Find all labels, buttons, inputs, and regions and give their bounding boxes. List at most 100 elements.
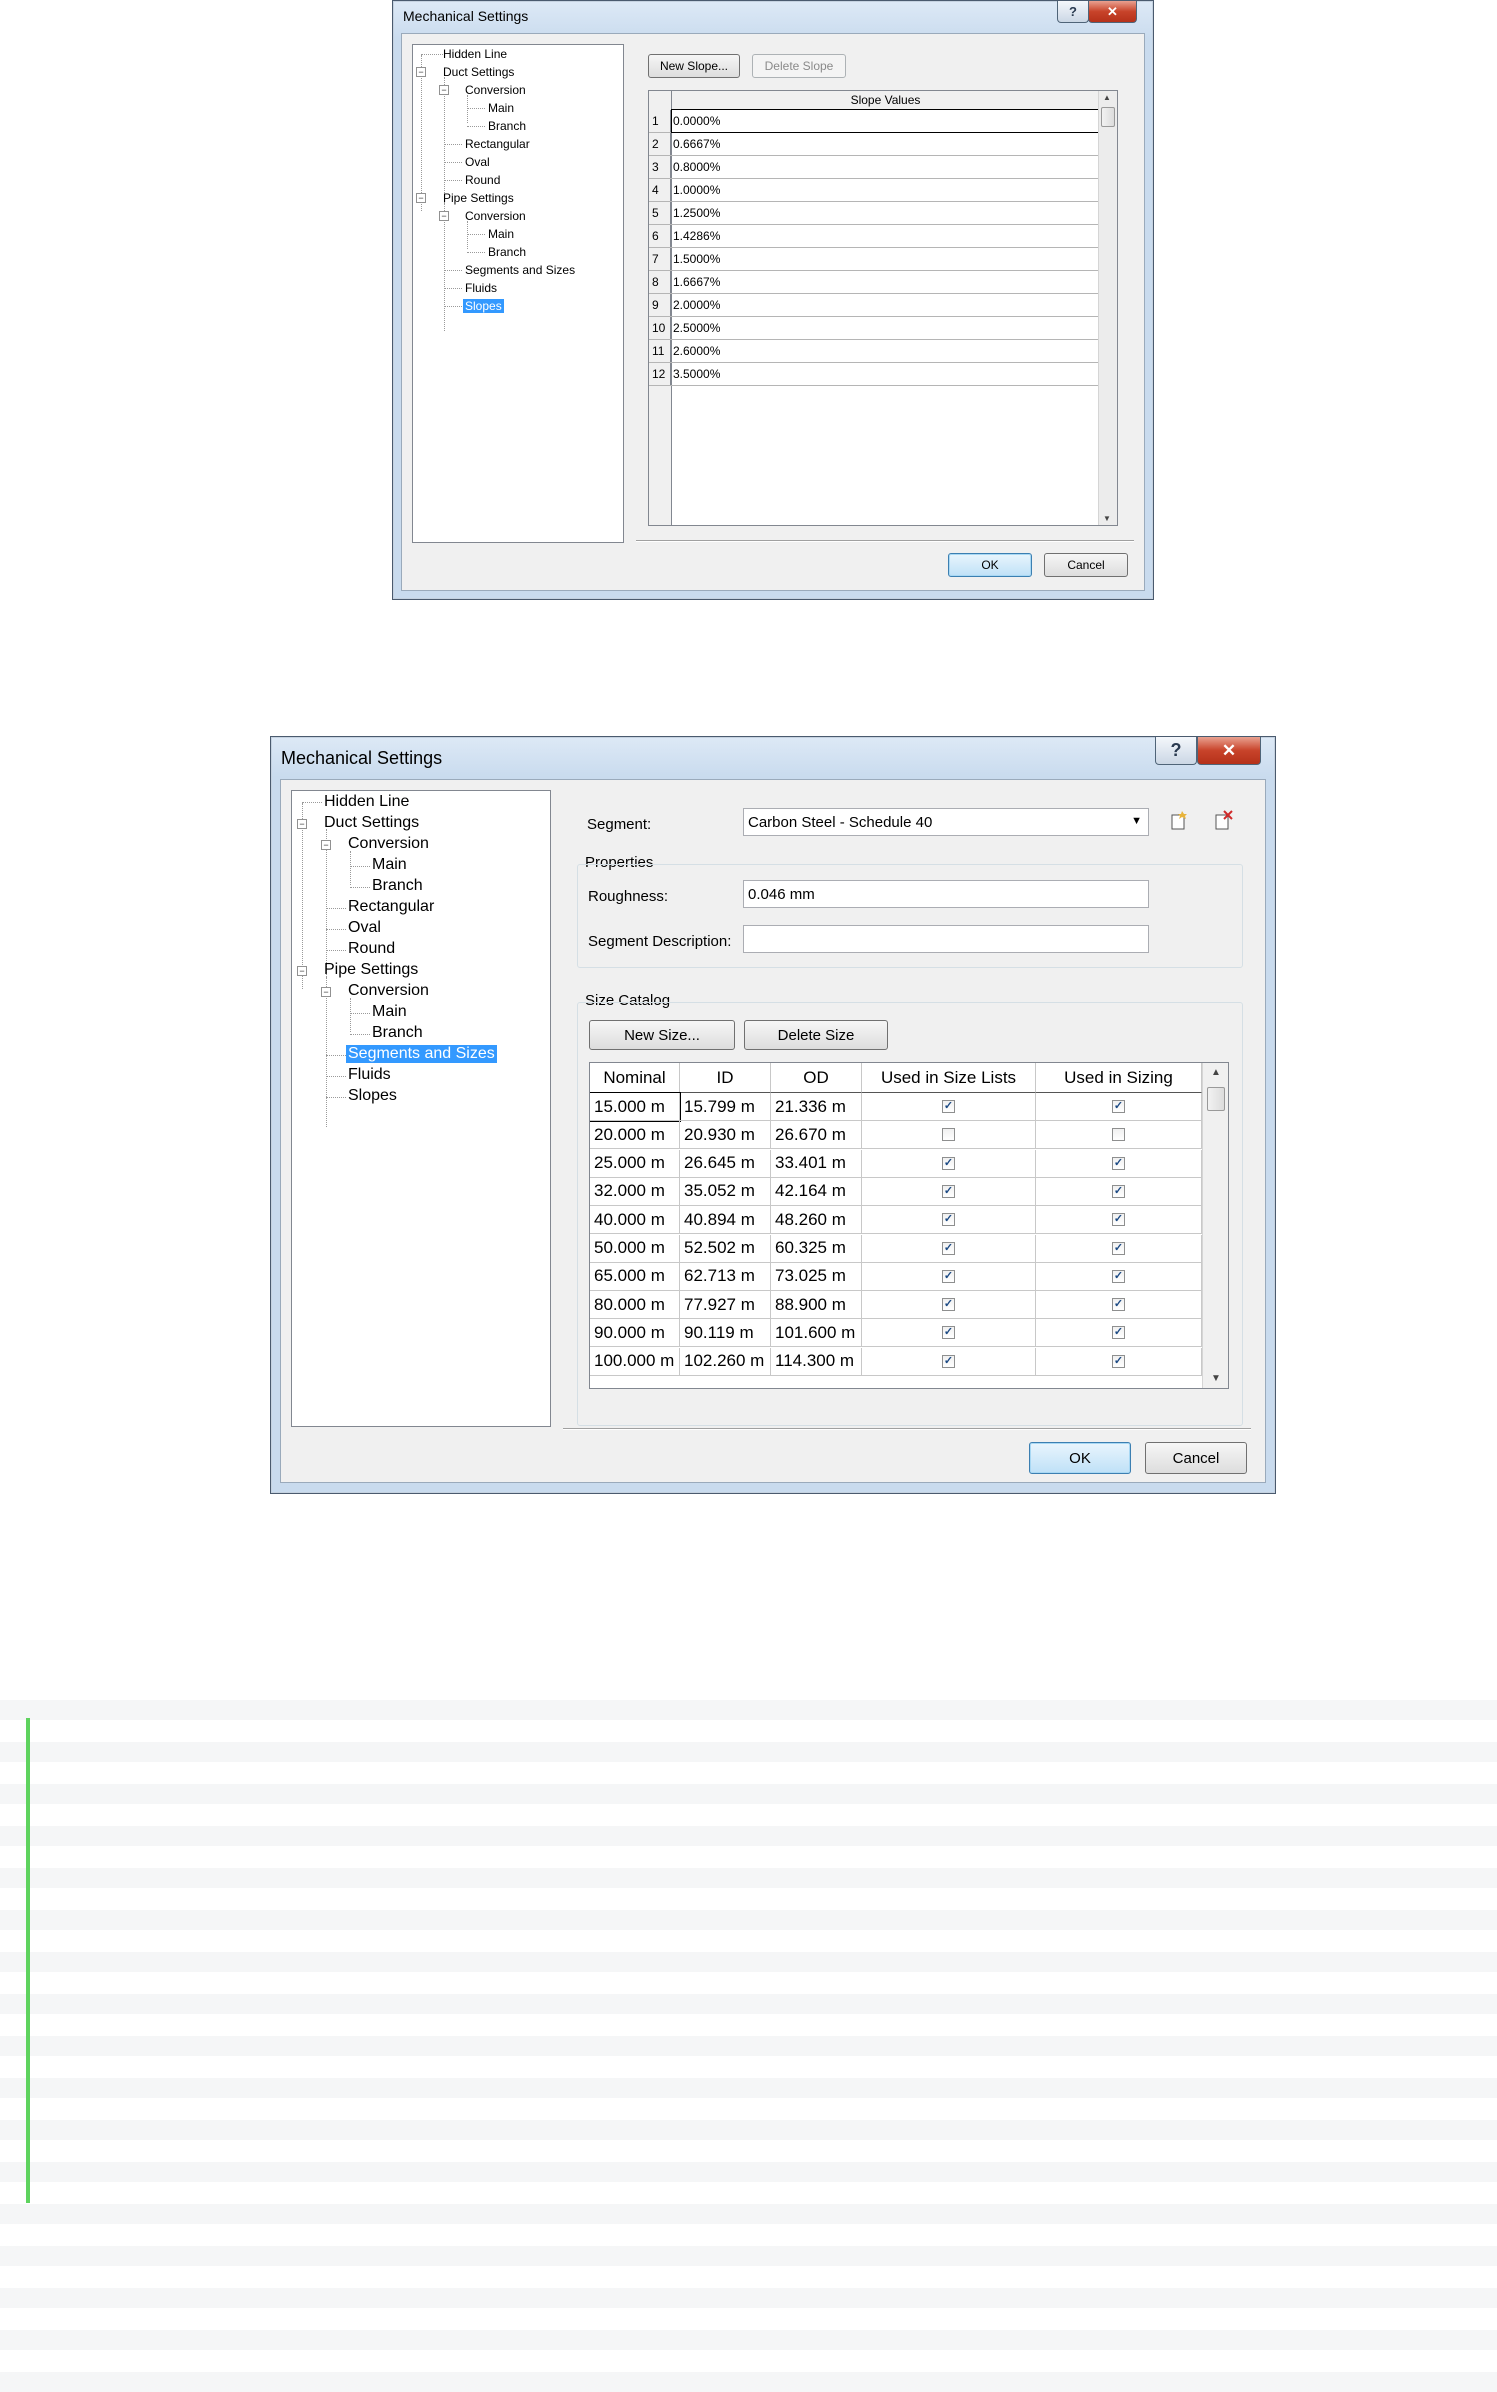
- delete-size-button[interactable]: Delete Size: [744, 1020, 888, 1050]
- cell-nominal[interactable]: 100.000 m: [590, 1347, 680, 1376]
- checkbox[interactable]: ✓: [942, 1326, 955, 1340]
- tree-item-duct-main[interactable]: Main: [372, 856, 407, 874]
- tree-item-oval[interactable]: Oval: [348, 919, 381, 937]
- checkbox[interactable]: ✓: [1112, 1100, 1125, 1113]
- checkbox[interactable]: ✓: [1112, 1213, 1125, 1227]
- tree-item-duct-conversion[interactable]: Conversion: [348, 835, 429, 853]
- checkbox[interactable]: ✓: [1112, 1298, 1125, 1312]
- tree-item-segments-sizes[interactable]: Segments and Sizes: [346, 1045, 497, 1063]
- cell-nominal[interactable]: 65.000 m: [590, 1262, 680, 1291]
- cell-od[interactable]: 33.401 m: [771, 1149, 862, 1178]
- checkbox[interactable]: ✓: [942, 1269, 955, 1283]
- tree-item-segments-sizes[interactable]: Segments and Sizes: [465, 263, 575, 277]
- slope-row[interactable]: 10 2.5000%: [649, 317, 1099, 340]
- delete-segment-icon[interactable]: [1213, 810, 1233, 832]
- slope-value[interactable]: 1.4286%: [673, 225, 720, 247]
- slope-value[interactable]: 1.0000%: [673, 179, 720, 201]
- collapse-icon[interactable]: −: [439, 85, 449, 95]
- cell-sizing[interactable]: ✓: [1036, 1347, 1202, 1376]
- new-segment-icon[interactable]: [1169, 810, 1189, 832]
- tree-item-round[interactable]: Round: [348, 940, 395, 958]
- collapse-icon[interactable]: −: [416, 67, 426, 77]
- checkbox[interactable]: ✓: [942, 1298, 955, 1312]
- tree-item-pipe-settings[interactable]: Pipe Settings: [443, 191, 514, 205]
- cell-od[interactable]: 48.260 m: [771, 1206, 862, 1235]
- checkbox[interactable]: ✓: [1112, 1184, 1125, 1198]
- cell-lists[interactable]: ✓: [862, 1347, 1036, 1376]
- cell-sizing[interactable]: ✓: [1036, 1177, 1202, 1206]
- scroll-up-icon[interactable]: ▲: [1103, 93, 1111, 102]
- tree-item-duct-main[interactable]: Main: [488, 101, 514, 115]
- cell-sizing[interactable]: ✓: [1036, 1093, 1202, 1121]
- cell-od[interactable]: 26.670 m: [771, 1121, 862, 1150]
- slope-value[interactable]: 0.0000%: [671, 109, 1100, 133]
- cell-id[interactable]: 62.713 m: [680, 1262, 771, 1291]
- cell-od[interactable]: 73.025 m: [771, 1262, 862, 1291]
- new-slope-button[interactable]: New Slope...: [648, 54, 740, 78]
- cell-nominal[interactable]: 32.000 m: [590, 1177, 680, 1206]
- scroll-down-icon[interactable]: ▼: [1211, 1373, 1221, 1384]
- cell-id[interactable]: 35.052 m: [680, 1177, 771, 1206]
- tree-item-slopes[interactable]: Slopes: [348, 1087, 397, 1105]
- segment-dropdown[interactable]: Carbon Steel - Schedule 40 ▼: [743, 808, 1149, 836]
- close-button[interactable]: ✕: [1088, 1, 1137, 23]
- cell-sizing[interactable]: ✓: [1036, 1319, 1202, 1348]
- slope-value[interactable]: 1.2500%: [673, 202, 720, 224]
- cell-od[interactable]: 42.164 m: [771, 1177, 862, 1206]
- tree-item-fluids[interactable]: Fluids: [465, 281, 497, 295]
- cell-nominal[interactable]: 90.000 m: [590, 1319, 680, 1348]
- collapse-icon[interactable]: −: [321, 840, 331, 850]
- cell-id[interactable]: 20.930 m: [680, 1121, 771, 1150]
- column-header-id[interactable]: ID: [680, 1063, 771, 1093]
- checkbox[interactable]: ✓: [942, 1156, 955, 1170]
- checkbox[interactable]: ✓: [1112, 1354, 1125, 1368]
- slope-value[interactable]: 2.6000%: [673, 340, 720, 362]
- help-button[interactable]: ?: [1155, 737, 1197, 765]
- cell-id[interactable]: 52.502 m: [680, 1234, 771, 1263]
- slope-value[interactable]: 2.0000%: [673, 294, 720, 316]
- tree-item-rectangular[interactable]: Rectangular: [348, 898, 434, 916]
- cell-nominal[interactable]: 40.000 m: [590, 1206, 680, 1235]
- slope-values-grid[interactable]: Slope Values 1 0.0000% 2 0.6667% 3 0.8000% 4 1.…: [648, 90, 1118, 526]
- slope-values-header[interactable]: Slope Values: [672, 91, 1099, 110]
- collapse-icon[interactable]: −: [297, 966, 307, 976]
- slope-row[interactable]: 9 2.0000%: [649, 294, 1099, 317]
- slope-row[interactable]: 4 1.0000%: [649, 179, 1099, 202]
- collapse-icon[interactable]: −: [297, 819, 307, 829]
- cell-id[interactable]: 90.119 m: [680, 1319, 771, 1348]
- checkbox[interactable]: [1112, 1128, 1125, 1142]
- cell-lists[interactable]: ✓: [862, 1319, 1036, 1348]
- slope-value[interactable]: 0.6667%: [673, 133, 720, 155]
- tree-item-duct-conversion[interactable]: Conversion: [465, 83, 526, 97]
- settings-tree[interactable]: Hidden Line − Duct Settings − Conversion…: [291, 790, 551, 1427]
- cell-od[interactable]: 21.336 m: [771, 1093, 862, 1121]
- cell-nominal[interactable]: 25.000 m: [590, 1149, 680, 1178]
- slope-value[interactable]: 2.5000%: [673, 317, 720, 339]
- cell-lists[interactable]: ✓: [862, 1262, 1036, 1291]
- new-size-button[interactable]: New Size...: [589, 1020, 735, 1050]
- checkbox[interactable]: ✓: [1112, 1241, 1125, 1255]
- tree-item-pipe-conversion[interactable]: Conversion: [465, 209, 526, 223]
- slope-row[interactable]: 2 0.6667%: [649, 133, 1099, 156]
- vertical-scrollbar[interactable]: ▲ ▼: [1202, 1063, 1228, 1388]
- slope-row[interactable]: 11 2.6000%: [649, 340, 1099, 363]
- cell-id[interactable]: 15.799 m: [680, 1093, 771, 1121]
- tree-item-pipe-branch[interactable]: Branch: [488, 245, 526, 259]
- cell-od[interactable]: 60.325 m: [771, 1234, 862, 1263]
- cell-sizing[interactable]: ✓: [1036, 1262, 1202, 1291]
- checkbox[interactable]: ✓: [1112, 1326, 1125, 1340]
- cell-sizing[interactable]: ✓: [1036, 1234, 1202, 1263]
- checkbox[interactable]: ✓: [942, 1354, 955, 1368]
- cell-id[interactable]: 26.645 m: [680, 1149, 771, 1178]
- column-header-used-sizing[interactable]: Used in Sizing: [1036, 1063, 1202, 1093]
- tree-item-duct-branch[interactable]: Branch: [372, 877, 423, 895]
- checkbox[interactable]: ✓: [1112, 1269, 1125, 1283]
- tree-item-pipe-branch[interactable]: Branch: [372, 1024, 423, 1042]
- cell-lists[interactable]: ✓: [862, 1234, 1036, 1263]
- help-button[interactable]: ?: [1057, 1, 1089, 23]
- vertical-scrollbar[interactable]: ▲ ▼: [1098, 91, 1117, 525]
- slope-value[interactable]: 1.6667%: [673, 271, 720, 293]
- tree-item-pipe-conversion[interactable]: Conversion: [348, 982, 429, 1000]
- cell-nominal[interactable]: 20.000 m: [590, 1121, 680, 1150]
- column-header-od[interactable]: OD: [771, 1063, 862, 1093]
